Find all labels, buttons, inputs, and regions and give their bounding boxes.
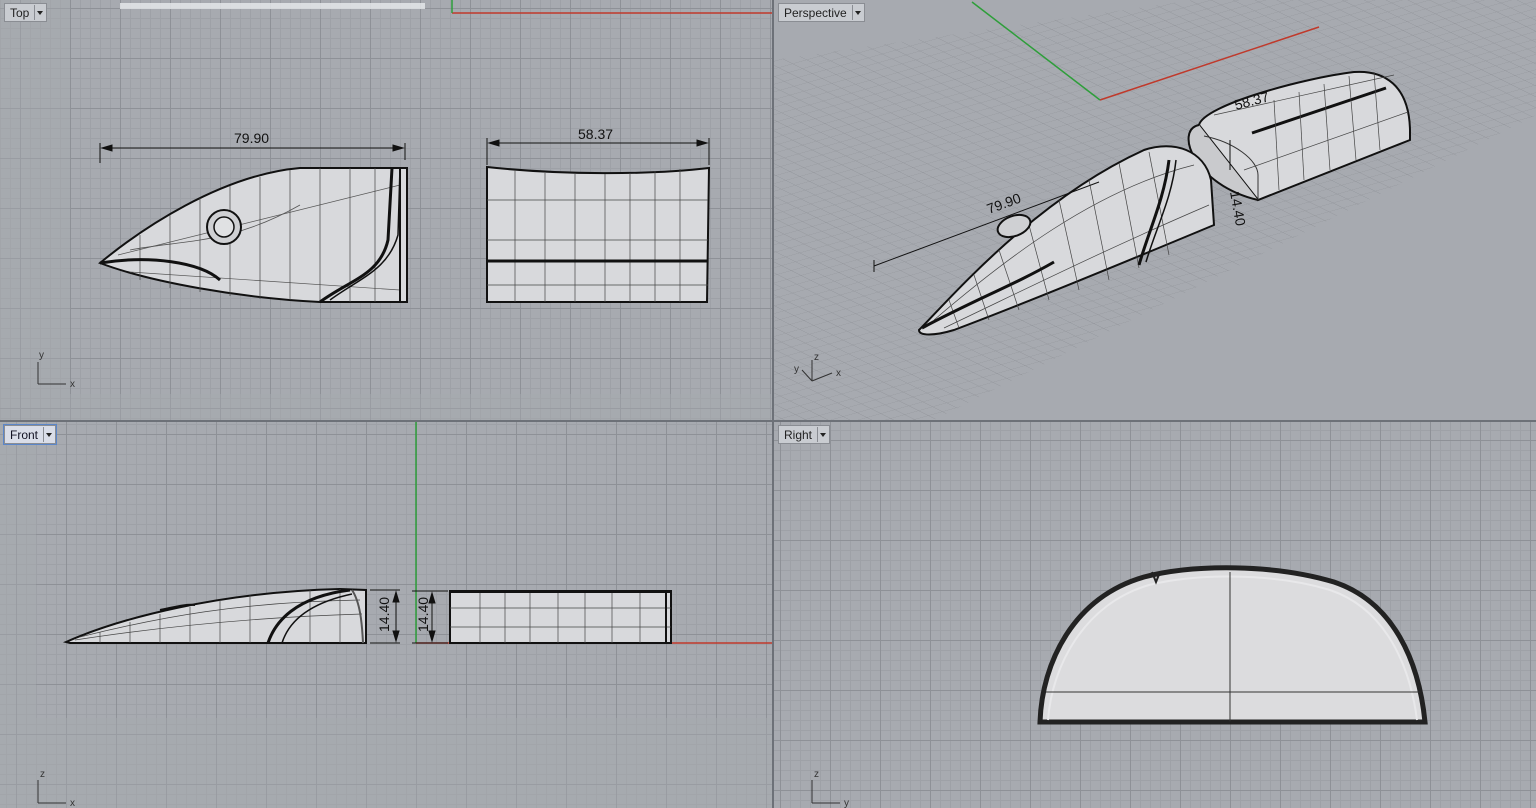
viewport-top[interactable]: 79.90 58.37 y x Top — [0, 0, 772, 420]
viewport-right[interactable]: z y Right — [774, 422, 1536, 808]
dimension-head-length-label: 79.90 — [234, 130, 269, 146]
dimension-body-length-label: 58.37 — [578, 126, 613, 142]
viewport-tab-label: Perspective — [784, 5, 847, 20]
chevron-down-icon[interactable] — [817, 427, 829, 442]
viewport-tab-right[interactable]: Right — [778, 425, 831, 444]
axis-label-x: x — [70, 798, 75, 808]
viewport-front[interactable]: 14.40 14.40 z x Front — [0, 422, 772, 808]
axes-icon — [811, 780, 840, 804]
fish-body-top — [486, 165, 711, 303]
viewport-tab-label: Top — [10, 5, 30, 20]
viewport-tab-front[interactable]: Front — [2, 424, 58, 445]
axis-label-y: y — [844, 798, 849, 808]
perspective-view-canvas: 79.90 58.37 14.40 z x y — [774, 0, 1536, 420]
fish-body-front — [449, 590, 672, 644]
dimension-head-length[interactable] — [99, 143, 406, 163]
dimension-height-a-label: 14.40 — [376, 597, 392, 632]
axis-label-y: y — [794, 364, 799, 375]
viewport-tab-top[interactable]: Top — [4, 3, 48, 22]
dimension-body-length[interactable] — [486, 138, 710, 165]
right-view-canvas: z y — [811, 565, 1428, 808]
viewport-perspective[interactable]: 79.90 58.37 14.40 z x y Perspective — [774, 0, 1536, 420]
top-view-canvas: 79.90 58.37 y x — [0, 0, 772, 420]
fish-head-top — [98, 167, 408, 304]
viewport-tab-label: Front — [10, 427, 39, 442]
axis-label-z: z — [814, 769, 819, 780]
chevron-down-icon[interactable] — [43, 427, 55, 442]
dimension-height-b-label: 14.40 — [415, 597, 431, 632]
viewport-tab-perspective[interactable]: Perspective — [778, 3, 865, 22]
front-view-canvas: 14.40 14.40 z x — [0, 422, 772, 808]
axis-label-y: y — [39, 350, 44, 361]
axis-label-x: x — [70, 379, 75, 390]
axis-label-z: z — [814, 352, 819, 363]
axis-label-x: x — [836, 368, 841, 379]
chevron-down-icon[interactable] — [34, 5, 46, 20]
fish-cross-section-right — [1037, 565, 1428, 725]
chevron-down-icon[interactable] — [851, 5, 864, 20]
axis-label-z: z — [40, 769, 45, 780]
fish-head-front — [62, 587, 367, 644]
viewport-tab-label: Right — [784, 427, 813, 442]
